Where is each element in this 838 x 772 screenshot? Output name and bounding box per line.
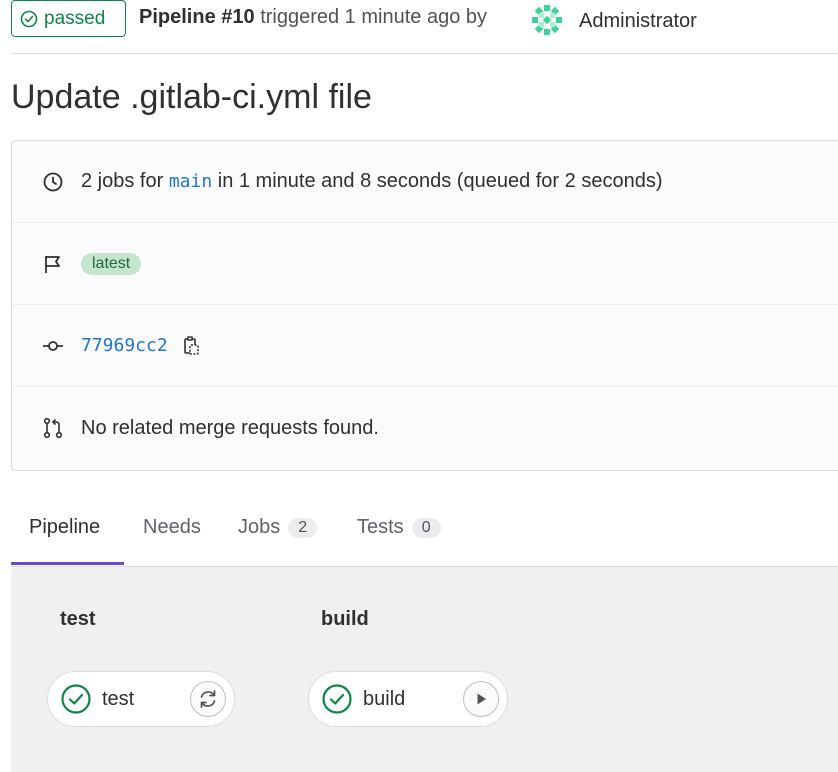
tags-row: latest [12, 223, 838, 305]
jobs-count-badge: 2 [288, 517, 318, 538]
copy-commit-button[interactable] [182, 335, 200, 356]
commit-row: 77969cc2 [12, 305, 838, 387]
merge-requests-row: No related merge requests found. [12, 387, 838, 469]
stage-title-test: test [60, 608, 96, 630]
latest-badge: latest [81, 252, 142, 275]
pipeline-info-panel: 2 jobs for main in 1 minute and 8 second… [11, 140, 838, 471]
retry-icon [200, 690, 216, 708]
status-badge[interactable]: passed [11, 0, 126, 37]
stage-title-build: build [321, 608, 369, 630]
jobs-row: 2 jobs for main in 1 minute and 8 second… [12, 141, 838, 223]
triggered-text: triggered 1 minute ago by [260, 6, 487, 28]
play-icon [477, 693, 486, 705]
success-icon [61, 684, 91, 714]
jobs-prefix: 2 jobs for [81, 170, 164, 192]
commit-icon [43, 340, 63, 351]
pipeline-graph: test build test build [11, 567, 838, 772]
check-circle-icon [20, 10, 38, 27]
merge-request-icon [43, 417, 63, 439]
pipeline-tabs: Pipeline Needs Jobs 2 Tests 0 [11, 494, 838, 567]
retry-button[interactable] [190, 681, 226, 717]
tests-count-badge: 0 [411, 517, 441, 538]
branch-link[interactable]: main [169, 171, 212, 192]
pipeline-id: Pipeline #10 [139, 6, 255, 28]
pipeline-header: passed Pipeline #10 triggered 1 minute a… [11, 0, 838, 54]
tab-label: Pipeline [29, 516, 101, 538]
tab-label: Needs [143, 516, 201, 538]
clock-icon [43, 172, 63, 191]
job-test[interactable]: test [47, 671, 235, 727]
tab-jobs[interactable]: Jobs 2 [238, 516, 318, 539]
pipeline-summary: Pipeline #10 triggered 1 minute ago by [139, 6, 487, 29]
author-link[interactable]: Administrator [579, 10, 697, 33]
play-button[interactable] [463, 681, 499, 717]
status-label: passed [44, 7, 106, 29]
page-title: Update .gitlab-ci.yml file [11, 78, 372, 116]
job-build[interactable]: build [308, 671, 508, 727]
commit-sha-link[interactable]: 77969cc2 [81, 335, 168, 356]
flag-icon [45, 255, 60, 273]
success-icon [322, 684, 352, 714]
copy-icon [183, 335, 199, 355]
tab-label: Tests [357, 516, 404, 538]
merge-requests-text: No related merge requests found. [81, 416, 379, 439]
tab-pipeline[interactable]: Pipeline [29, 516, 100, 539]
tab-tests[interactable]: Tests 0 [357, 516, 441, 539]
active-tab-indicator [11, 562, 124, 565]
tab-needs[interactable]: Needs [143, 516, 201, 539]
tab-label: Jobs [238, 516, 281, 538]
jobs-duration: in 1 minute and 8 seconds (queued for 2 … [217, 170, 663, 192]
avatar[interactable] [529, 2, 565, 38]
